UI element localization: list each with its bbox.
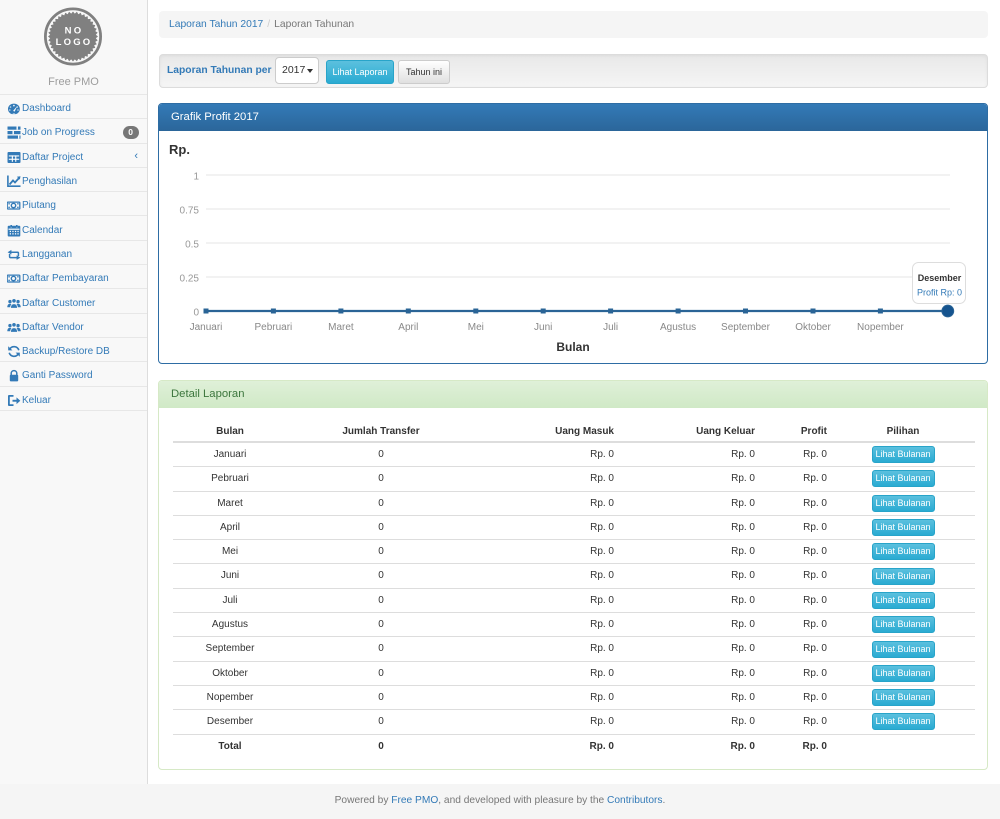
svg-text:Juli: Juli — [603, 322, 618, 333]
svg-text:LOGO: LOGO — [56, 37, 93, 48]
svg-text:0.75: 0.75 — [180, 206, 200, 217]
svg-text:NO: NO — [65, 26, 84, 37]
svg-text:April: April — [398, 322, 418, 333]
svg-text:Rp.: Rp. — [169, 142, 190, 157]
svg-text:Maret: Maret — [328, 322, 354, 333]
svg-text:0: 0 — [193, 308, 199, 319]
svg-text:Agustus: Agustus — [660, 322, 696, 333]
svg-text:1: 1 — [193, 172, 199, 183]
svg-text:Oktober: Oktober — [795, 322, 831, 333]
svg-text:September: September — [721, 322, 771, 333]
svg-text:Mei: Mei — [468, 322, 484, 333]
svg-text:Pebruari: Pebruari — [254, 322, 292, 333]
svg-text:Profit Rp: 0: Profit Rp: 0 — [917, 288, 962, 298]
svg-text:0.25: 0.25 — [180, 274, 200, 285]
svg-text:0.5: 0.5 — [185, 240, 199, 251]
svg-text:Juni: Juni — [534, 322, 552, 333]
svg-text:Bulan: Bulan — [556, 340, 589, 354]
svg-text:Januari: Januari — [190, 322, 223, 333]
svg-text:Nopember: Nopember — [857, 322, 904, 333]
svg-text:Desember: Desember — [918, 273, 962, 283]
